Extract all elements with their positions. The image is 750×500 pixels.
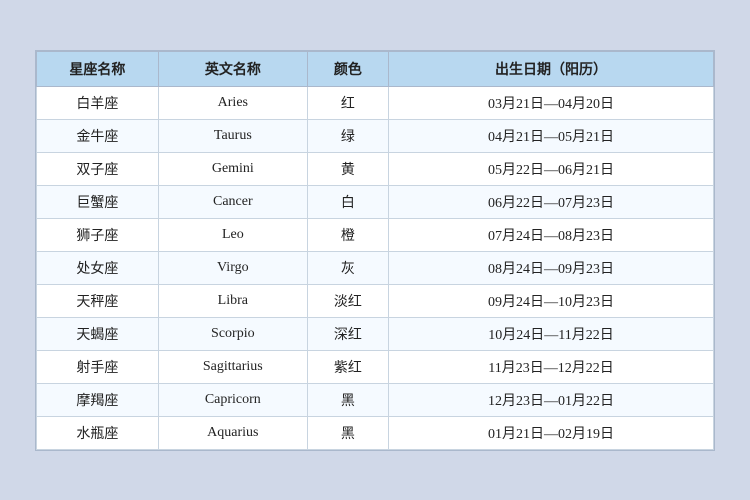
header-chinese: 星座名称 <box>37 51 159 86</box>
cell-english: Aries <box>158 86 307 119</box>
cell-chinese: 天秤座 <box>37 284 159 317</box>
cell-chinese: 处女座 <box>37 251 159 284</box>
cell-color: 绿 <box>307 119 388 152</box>
cell-color: 淡红 <box>307 284 388 317</box>
header-english: 英文名称 <box>158 51 307 86</box>
header-color: 颜色 <box>307 51 388 86</box>
cell-date: 08月24日—09月23日 <box>389 251 714 284</box>
cell-date: 04月21日—05月21日 <box>389 119 714 152</box>
table-row: 天秤座Libra淡红09月24日—10月23日 <box>37 284 714 317</box>
cell-date: 12月23日—01月22日 <box>389 383 714 416</box>
table-row: 金牛座Taurus绿04月21日—05月21日 <box>37 119 714 152</box>
table-row: 射手座Sagittarius紫红11月23日—12月22日 <box>37 350 714 383</box>
cell-english: Cancer <box>158 185 307 218</box>
table-row: 双子座Gemini黄05月22日—06月21日 <box>37 152 714 185</box>
cell-date: 05月22日—06月21日 <box>389 152 714 185</box>
table-header-row: 星座名称 英文名称 颜色 出生日期（阳历） <box>37 51 714 86</box>
table-row: 摩羯座Capricorn黑12月23日—01月22日 <box>37 383 714 416</box>
cell-color: 红 <box>307 86 388 119</box>
table-row: 处女座Virgo灰08月24日—09月23日 <box>37 251 714 284</box>
cell-color: 深红 <box>307 317 388 350</box>
cell-chinese: 摩羯座 <box>37 383 159 416</box>
cell-date: 11月23日—12月22日 <box>389 350 714 383</box>
cell-date: 10月24日—11月22日 <box>389 317 714 350</box>
zodiac-table-container: 星座名称 英文名称 颜色 出生日期（阳历） 白羊座Aries红03月21日—04… <box>35 50 715 451</box>
cell-date: 07月24日—08月23日 <box>389 218 714 251</box>
cell-color: 黄 <box>307 152 388 185</box>
cell-english: Sagittarius <box>158 350 307 383</box>
cell-english: Libra <box>158 284 307 317</box>
cell-color: 灰 <box>307 251 388 284</box>
cell-date: 09月24日—10月23日 <box>389 284 714 317</box>
table-row: 白羊座Aries红03月21日—04月20日 <box>37 86 714 119</box>
table-row: 水瓶座Aquarius黑01月21日—02月19日 <box>37 416 714 449</box>
cell-color: 紫红 <box>307 350 388 383</box>
header-date: 出生日期（阳历） <box>389 51 714 86</box>
cell-chinese: 水瓶座 <box>37 416 159 449</box>
table-row: 天蝎座Scorpio深红10月24日—11月22日 <box>37 317 714 350</box>
cell-chinese: 射手座 <box>37 350 159 383</box>
cell-color: 黑 <box>307 383 388 416</box>
cell-english: Capricorn <box>158 383 307 416</box>
cell-color: 橙 <box>307 218 388 251</box>
cell-english: Leo <box>158 218 307 251</box>
cell-english: Aquarius <box>158 416 307 449</box>
cell-chinese: 双子座 <box>37 152 159 185</box>
cell-chinese: 狮子座 <box>37 218 159 251</box>
cell-english: Taurus <box>158 119 307 152</box>
cell-chinese: 金牛座 <box>37 119 159 152</box>
cell-color: 白 <box>307 185 388 218</box>
table-row: 巨蟹座Cancer白06月22日—07月23日 <box>37 185 714 218</box>
cell-date: 06月22日—07月23日 <box>389 185 714 218</box>
cell-english: Scorpio <box>158 317 307 350</box>
zodiac-table: 星座名称 英文名称 颜色 出生日期（阳历） 白羊座Aries红03月21日—04… <box>36 51 714 450</box>
cell-chinese: 天蝎座 <box>37 317 159 350</box>
cell-color: 黑 <box>307 416 388 449</box>
cell-chinese: 巨蟹座 <box>37 185 159 218</box>
table-row: 狮子座Leo橙07月24日—08月23日 <box>37 218 714 251</box>
cell-date: 01月21日—02月19日 <box>389 416 714 449</box>
cell-english: Virgo <box>158 251 307 284</box>
cell-chinese: 白羊座 <box>37 86 159 119</box>
cell-date: 03月21日—04月20日 <box>389 86 714 119</box>
cell-english: Gemini <box>158 152 307 185</box>
